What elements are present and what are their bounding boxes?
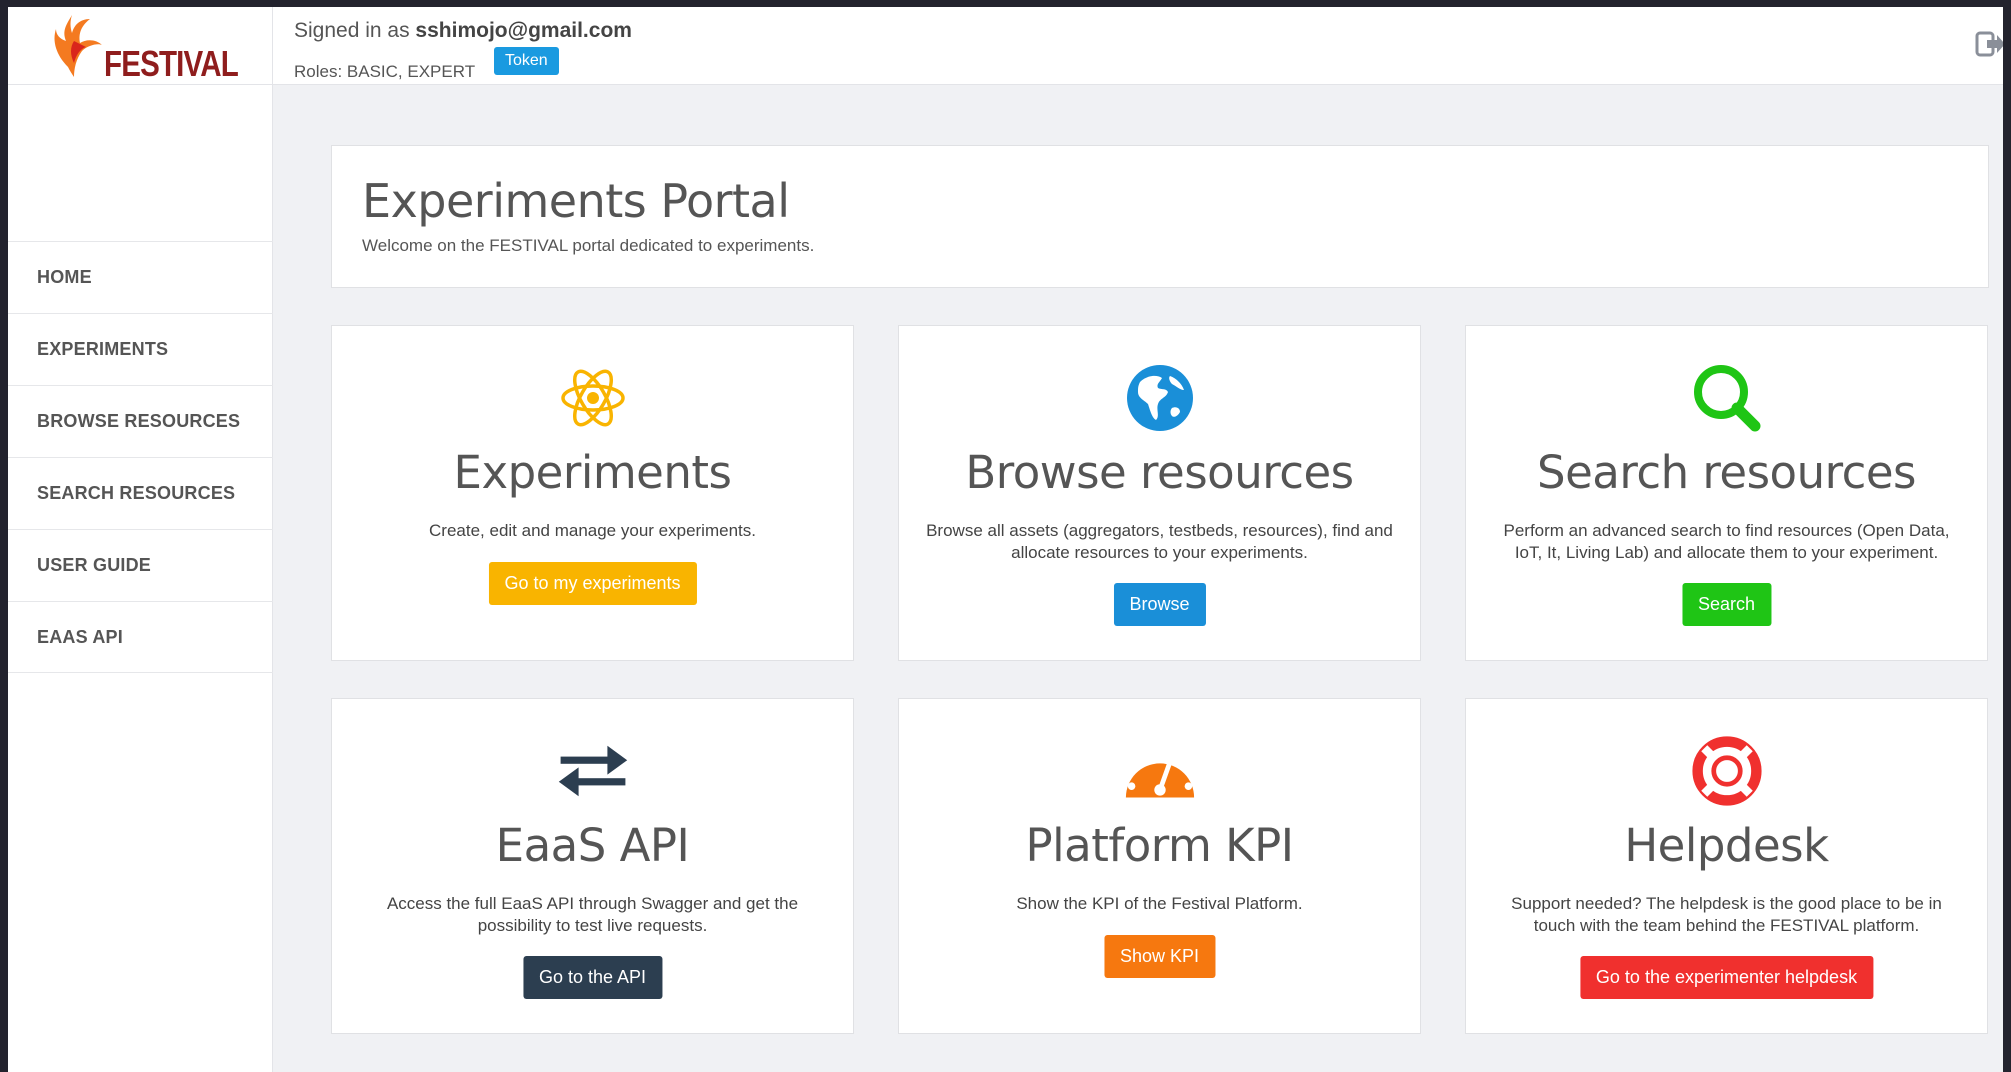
card-description: Browse all assets (aggregators, testbeds… <box>926 521 1393 562</box>
card-description: Perform an advanced search to find resou… <box>1503 521 1950 562</box>
card-description: Create, edit and manage your experiments… <box>429 521 756 540</box>
card-eaas-api: EaaS API Access the full EaaS API throug… <box>331 698 854 1034</box>
card-title: Platform KPI <box>1025 819 1295 872</box>
sidebar-item-home[interactable]: HOME <box>8 241 273 313</box>
page-title: Experiments Portal <box>362 174 790 228</box>
flame-logo-icon <box>54 15 102 77</box>
show-kpi-button[interactable]: Show KPI <box>1103 935 1216 978</box>
search-icon <box>1691 362 1763 434</box>
atom-icon <box>557 362 629 434</box>
go-to-helpdesk-button[interactable]: Go to the experimenter helpdesk <box>1579 956 1874 999</box>
logo-text: FESTIVAL <box>104 43 239 84</box>
dashboard-gauge-icon <box>1124 735 1196 807</box>
card-title: Helpdesk <box>1624 819 1829 872</box>
go-to-experiments-button[interactable]: Go to my experiments <box>488 562 697 605</box>
go-to-api-button[interactable]: Go to the API <box>522 956 663 999</box>
card-description: Access the full EaaS API through Swagger… <box>386 894 799 935</box>
logout-icon[interactable] <box>1975 29 2003 59</box>
card-experiments: Experiments Create, edit and manage your… <box>331 325 854 661</box>
sidebar-item-browse-resources[interactable]: BROWSE RESOURCES <box>8 385 273 457</box>
card-browse-resources: Browse resources Browse all assets (aggr… <box>898 325 1421 661</box>
sidebar-item-experiments[interactable]: EXPERIMENTS <box>8 313 273 385</box>
card-description: Show the KPI of the Festival Platform. <box>1016 894 1303 913</box>
signed-in-label: Signed in as sshimojo@gmail.com <box>294 19 632 43</box>
sidebar: HOME EXPERIMENTS BROWSE RESOURCES SEARCH… <box>8 85 273 1072</box>
user-email: sshimojo@gmail.com <box>415 19 632 42</box>
token-button[interactable]: Token <box>494 47 559 75</box>
festival-logo[interactable]: FESTIVAL <box>8 7 273 85</box>
card-title: Search resources <box>1537 446 1916 499</box>
globe-icon <box>1124 362 1196 434</box>
app-window: FESTIVAL Signed in as sshimojo@gmail.com… <box>8 7 2003 1072</box>
card-platform-kpi: Platform KPI Show the KPI of the Festiva… <box>898 698 1421 1034</box>
card-title: Experiments <box>453 446 732 499</box>
sidebar-item-eaas-api[interactable]: EAAS API <box>8 601 273 673</box>
card-title: EaaS API <box>495 819 690 872</box>
signed-prefix: Signed in as <box>294 19 416 42</box>
top-header: FESTIVAL Signed in as sshimojo@gmail.com… <box>8 7 2003 85</box>
card-description: Support needed? The helpdesk is the good… <box>1511 894 1942 935</box>
roles-label: Roles: BASIC, EXPERT <box>294 62 476 81</box>
sidebar-item-search-resources[interactable]: SEARCH RESOURCES <box>8 457 273 529</box>
card-search-resources: Search resources Perform an advanced sea… <box>1465 325 1988 661</box>
sidebar-nav: HOME EXPERIMENTS BROWSE RESOURCES SEARCH… <box>8 241 273 673</box>
browse-button[interactable]: Browse <box>1113 583 1206 626</box>
sidebar-item-user-guide[interactable]: USER GUIDE <box>8 529 273 601</box>
card-helpdesk: Helpdesk Support needed? The helpdesk is… <box>1465 698 1988 1034</box>
welcome-panel: Experiments Portal Welcome on the FESTIV… <box>331 145 1989 288</box>
page-subtitle: Welcome on the FESTIVAL portal dedicated… <box>362 236 815 255</box>
search-button[interactable]: Search <box>1681 583 1772 626</box>
card-title: Browse resources <box>965 446 1354 499</box>
lifebuoy-icon <box>1691 735 1763 807</box>
exchange-arrows-icon <box>557 735 629 807</box>
